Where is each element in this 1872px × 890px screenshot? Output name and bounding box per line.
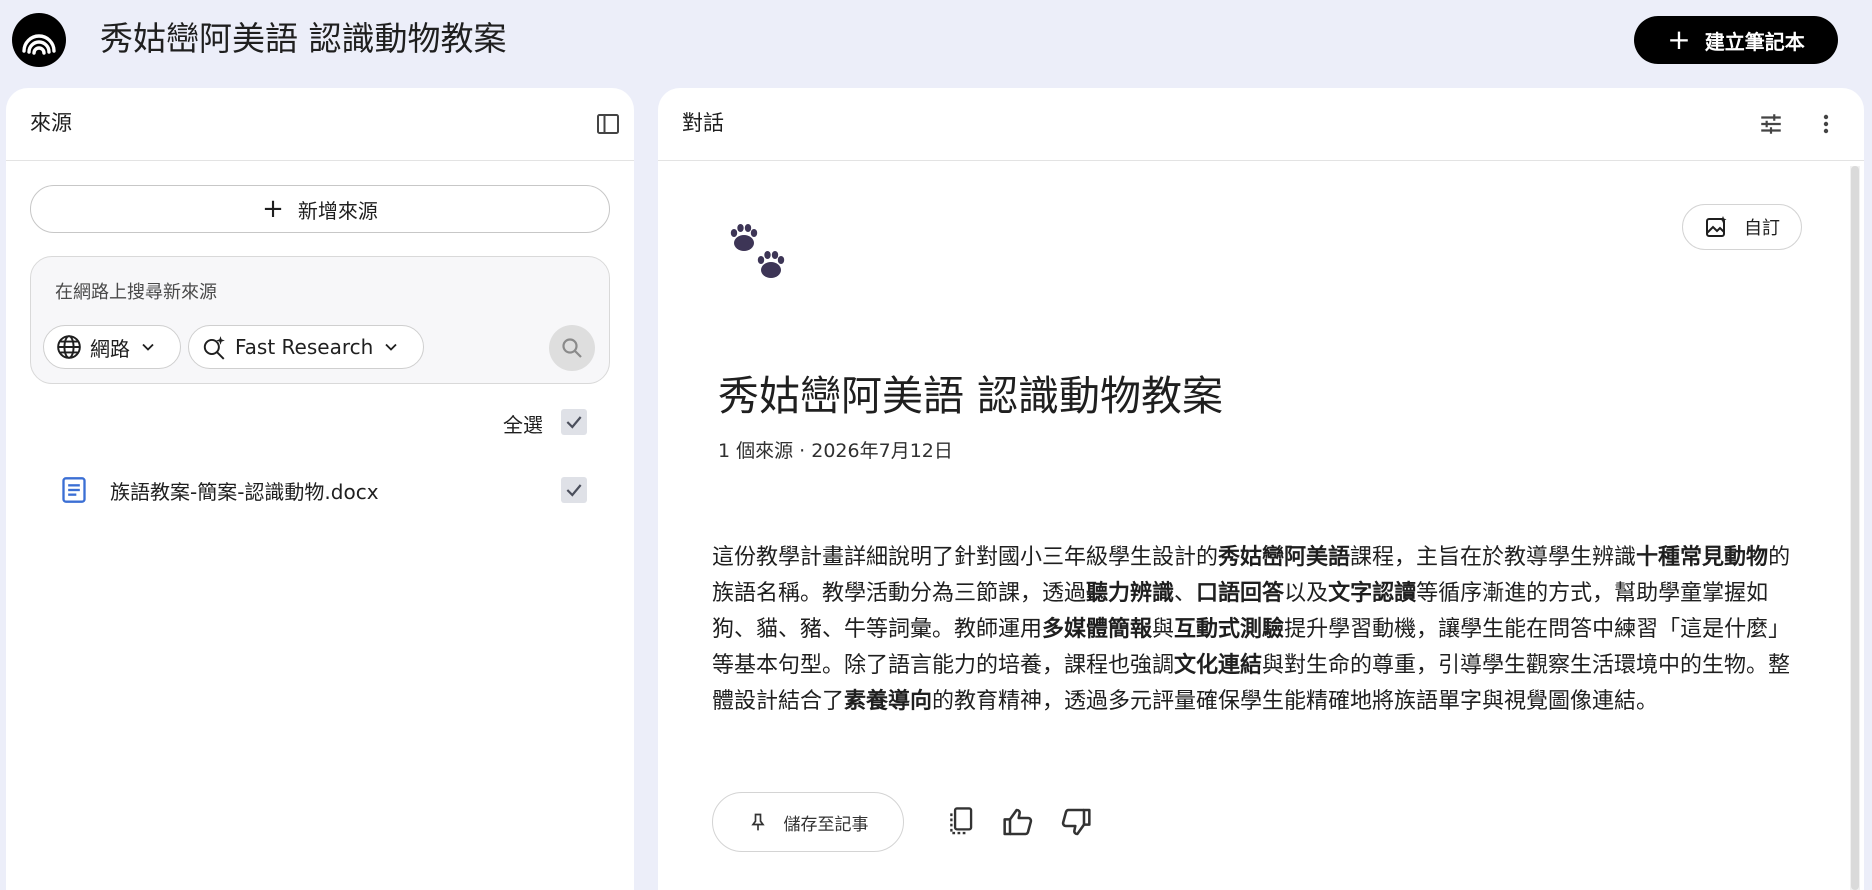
customize-label: 自訂: [1744, 218, 1780, 239]
check-icon: [566, 416, 582, 429]
document-icon: [62, 477, 86, 503]
chat-header: 對話: [658, 88, 1864, 161]
summary-bold-text: 聽力辨識: [1086, 581, 1175, 606]
paw-prints-icon: [728, 223, 790, 285]
sources-panel: 來源 + 新增來源 網路: [6, 88, 634, 890]
sources-header: 來源: [6, 88, 634, 161]
summary-text: 以及: [1284, 581, 1329, 606]
customize-button[interactable]: 自訂: [1682, 204, 1802, 250]
web-search-input[interactable]: [53, 277, 577, 307]
add-source-label: 新增來源: [297, 198, 378, 223]
chevron-down-icon: [385, 343, 397, 351]
summary-text: 、: [1174, 581, 1197, 606]
summary-text: 的教育精神，透過多元評量確保學生能精確地將族語單字與視覺圖像連結。: [932, 689, 1659, 714]
check-icon: [566, 484, 582, 497]
summary-text: 這份教學計畫詳細說明了針對國小三年級學生設計的: [712, 545, 1219, 570]
chat-title-label: 對話: [682, 111, 724, 135]
search-icon: [562, 338, 582, 358]
tune-settings-icon[interactable]: [1753, 106, 1789, 142]
summary-bold-text: 文化連結: [1174, 653, 1263, 678]
select-all-label: 全選: [503, 413, 543, 437]
add-source-button[interactable]: + 新增來源: [30, 185, 610, 233]
image-sparkle-icon: [1706, 216, 1727, 237]
research-mode-dropdown[interactable]: Fast Research: [188, 325, 424, 369]
sparkle-search-icon: [203, 336, 225, 360]
chat-scrollbar-thumb[interactable]: [1851, 166, 1859, 890]
research-mode-label: Fast Research: [235, 335, 374, 359]
chat-panel: 對話 自訂 秀姑巒阿美語 認識動物教案 1 個來源 · 2026年7月12日 這…: [658, 88, 1864, 890]
search-submit-button[interactable]: [549, 325, 595, 371]
summary-bold-text: 秀姑巒阿美語: [1218, 545, 1351, 570]
notebook-summary: 這份教學計畫詳細說明了針對國小三年級學生設計的秀姑巒阿美語課程，主旨在於教導學生…: [712, 540, 1802, 720]
create-notebook-button[interactable]: + 建立筆記本: [1634, 16, 1838, 64]
summary-bold-text: 十種常見動物: [1636, 545, 1769, 570]
source-checkbox[interactable]: [561, 477, 587, 503]
notebook-meta: 1 個來源 · 2026年7月12日: [718, 440, 953, 462]
summary-text: 課程，主旨在於教導學生辨識: [1350, 545, 1637, 570]
top-bar: 秀姑巒阿美語 認識動物教案 + 建立筆記本: [0, 0, 1872, 86]
save-to-note-button[interactable]: 儲存至記事: [712, 792, 904, 852]
notebook-logo-icon[interactable]: [12, 13, 66, 67]
chevron-down-icon: [142, 343, 154, 351]
chat-scrollbar[interactable]: [1850, 166, 1860, 890]
create-notebook-label: 建立筆記本: [1704, 29, 1805, 54]
pin-icon: [750, 813, 765, 831]
thumbs-down-icon[interactable]: [1056, 802, 1096, 842]
plus-icon: +: [1667, 23, 1691, 56]
summary-bold-text: 口語回答: [1196, 581, 1285, 606]
summary-bold-text: 互動式測驗: [1174, 617, 1285, 642]
collapse-panel-icon[interactable]: [590, 106, 626, 142]
source-name: 族語教案-簡案-認識動物.docx: [110, 480, 379, 504]
web-search-box: 網路 Fast Research: [30, 256, 610, 384]
search-scope-dropdown[interactable]: 網路: [43, 325, 181, 369]
plus-icon: +: [262, 194, 284, 224]
select-all-checkbox[interactable]: [561, 409, 587, 435]
thumbs-up-icon[interactable]: [998, 802, 1038, 842]
summary-text: 與: [1152, 617, 1175, 642]
sources-title: 來源: [30, 111, 72, 135]
copy-icon[interactable]: [940, 802, 980, 842]
notebook-heading: 秀姑巒阿美語 認識動物教案: [718, 372, 1224, 420]
summary-bold-text: 多媒體簡報: [1042, 617, 1153, 642]
search-scope-label: 網路: [90, 336, 130, 361]
summary-bold-text: 文字認讀: [1328, 581, 1417, 606]
source-item[interactable]: 族語教案-簡案-認識動物.docx: [30, 464, 608, 516]
save-to-note-label: 儲存至記事: [783, 814, 869, 835]
globe-icon: [57, 335, 81, 359]
summary-bold-text: 素養導向: [844, 689, 933, 714]
more-options-icon[interactable]: [1808, 106, 1844, 142]
notebook-title[interactable]: 秀姑巒阿美語 認識動物教案: [100, 17, 507, 61]
